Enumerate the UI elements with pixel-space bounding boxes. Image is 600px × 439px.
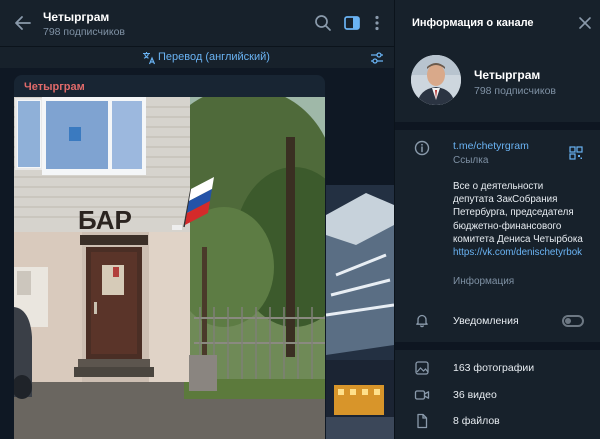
- chat-title[interactable]: Четыргрaм: [43, 10, 109, 24]
- files-count[interactable]: 8 файлов: [453, 415, 500, 427]
- more-vertical-icon[interactable]: [367, 13, 387, 33]
- back-arrow-icon[interactable]: [12, 12, 34, 34]
- section-divider: [395, 342, 600, 350]
- channel-description: Все о деятельности депутата ЗакСобрания …: [453, 180, 585, 259]
- video-icon: [414, 390, 430, 400]
- chat-subscriber-count: 798 подписчиков: [43, 26, 126, 38]
- channel-subscriber-count: 798 подписчиков: [474, 85, 557, 97]
- night-city-photo-illustration: [326, 185, 394, 439]
- sidebar-toggle-icon[interactable]: [342, 13, 362, 33]
- search-icon[interactable]: [313, 13, 333, 33]
- link-caption: Ссылка: [453, 155, 489, 166]
- notifications-toggle[interactable]: [562, 315, 584, 327]
- description-link[interactable]: https://vk.com/denischetyrbok: [453, 247, 582, 258]
- translate-bar[interactable]: Перевод (английский): [0, 46, 394, 68]
- channel-info-panel: Информация о канале Четыргрaм 798 подпис…: [394, 0, 600, 439]
- translate-label[interactable]: Перевод (английский): [158, 51, 270, 63]
- toggle-knob: [565, 318, 571, 324]
- qr-code-icon[interactable]: [569, 146, 583, 160]
- chat-header[interactable]: Четыргрaм 798 подписчиков: [0, 0, 394, 46]
- videos-count[interactable]: 36 видео: [453, 389, 497, 401]
- message-bubble[interactable]: Четыргрaм БАР: [14, 75, 325, 439]
- info-icon: [414, 140, 430, 156]
- next-media-preview[interactable]: [326, 185, 394, 439]
- chat-column: Четыргрaм 798 подписчиков Перевод (англи…: [0, 0, 394, 439]
- channel-name: Четыргрaм: [474, 68, 541, 82]
- description-caption: Информация: [453, 276, 515, 287]
- message-photo[interactable]: БАР: [14, 97, 325, 439]
- building-photo-illustration: БАР: [14, 97, 325, 439]
- photos-count[interactable]: 163 фотографии: [453, 362, 534, 374]
- description-text: Все о деятельности депутата ЗакСобрания …: [453, 181, 583, 245]
- info-panel-title: Информация о канале: [412, 17, 534, 29]
- notifications-label: Уведомления: [453, 315, 519, 327]
- photo-icon: [415, 361, 429, 375]
- channel-link[interactable]: t.me/chetyrgram: [453, 140, 529, 152]
- sliders-icon[interactable]: [369, 50, 385, 66]
- file-icon: [417, 413, 428, 429]
- telegram-window: Четыргрaм 798 подписчиков Перевод (англи…: [0, 0, 600, 439]
- channel-avatar[interactable]: [411, 55, 461, 105]
- bar-sign-text: БАР: [78, 205, 132, 235]
- close-icon[interactable]: [578, 16, 592, 30]
- translate-icon: [143, 52, 156, 65]
- section-divider: [395, 122, 600, 130]
- message-author[interactable]: Четыргрaм: [24, 81, 85, 93]
- avatar-portrait-illustration: [411, 55, 461, 105]
- bell-icon: [416, 314, 428, 328]
